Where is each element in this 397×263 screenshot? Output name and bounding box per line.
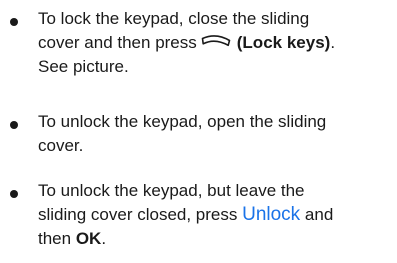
text-line: See picture. [38, 57, 129, 76]
left-selection-key-icon [201, 30, 231, 54]
text-line: To unlock the keypad, open the sliding [38, 112, 327, 131]
text-line: cover. [38, 136, 84, 155]
bullet-icon [10, 121, 18, 129]
text-line: then OK. [38, 227, 383, 251]
text-segment: sliding cover closed, press [38, 205, 238, 224]
unlock-softkey-label: Unlock [242, 204, 301, 225]
bullet-icon [10, 190, 18, 198]
ok-key-label: OK [75, 229, 102, 248]
list-item-text: To unlock the keypad, open the sliding c… [38, 110, 383, 158]
text-line: To unlock the keypad, but leave the [38, 181, 305, 200]
text-segment: . [330, 33, 336, 52]
key-name-label: (Lock keys) [236, 33, 331, 52]
bullet-icon [10, 18, 18, 26]
text-line: To lock the keypad, close the sliding [38, 9, 310, 28]
text-segment: cover and then press [38, 33, 197, 52]
list-item-text: To lock the keypad, close the sliding co… [38, 7, 383, 79]
text-line: cover and then press (Lock keys). [38, 31, 383, 55]
text-segment: and [304, 205, 334, 224]
text-segment: then [38, 229, 72, 248]
list-item-text: To unlock the keypad, but leave the slid… [38, 179, 383, 251]
text-line: sliding cover closed, press Unlock and [38, 203, 383, 227]
text-segment: . [101, 229, 107, 248]
